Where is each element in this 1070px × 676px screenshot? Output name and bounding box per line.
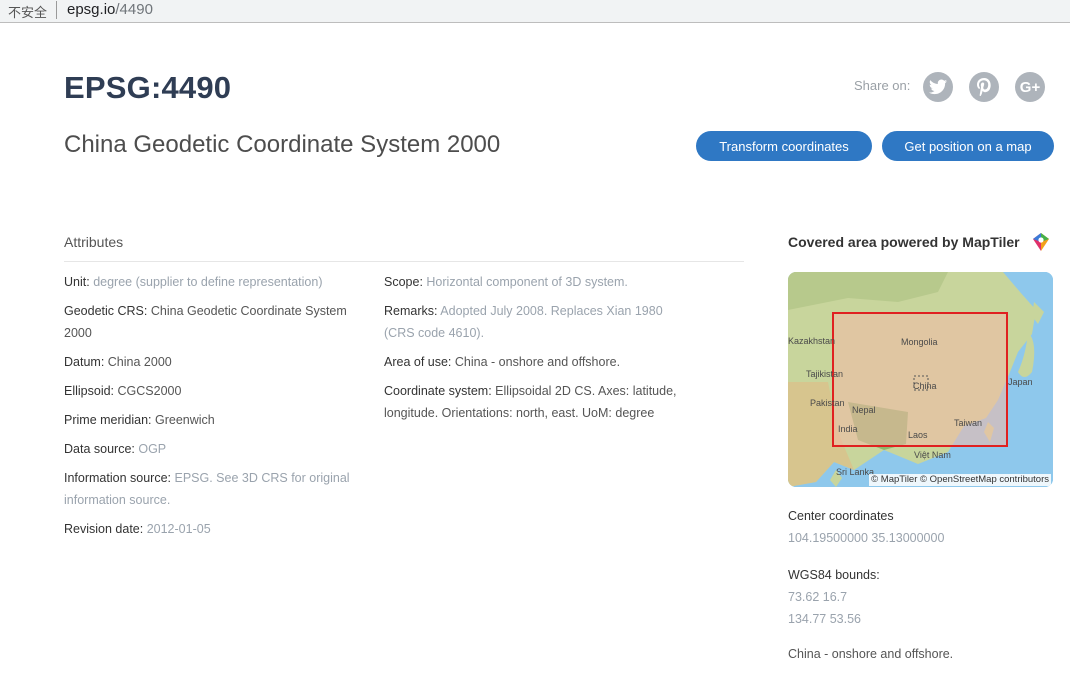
attr-revision-date: Revision date: 2012-01-05 (64, 522, 211, 536)
share-label: Share on: (854, 78, 911, 93)
wgs84-bounds-min: 73.62 16.7 (788, 590, 848, 604)
map-label: Kazakhstan (788, 336, 836, 346)
attr-datum: Datum: China 2000 (64, 355, 172, 369)
google-plus-icon[interactable]: G+ (1015, 72, 1045, 102)
attr-scope: Scope: Horizontal component of 3D system… (384, 275, 628, 289)
attr-geodetic-crs: Geodetic CRS: China Geodetic Coordinate … (64, 304, 347, 340)
security-indicator[interactable]: 不安全 (8, 2, 47, 21)
attributes-divider (64, 261, 744, 262)
map-label: Japan (1008, 377, 1033, 387)
map-label: Laos (908, 430, 928, 440)
maptiler-logo-icon[interactable] (1031, 232, 1051, 257)
attr-ellipsoid: Ellipsoid: CGCS2000 (64, 384, 182, 398)
map-label: Việt Nam (914, 450, 951, 460)
map-label: Mongolia (901, 337, 938, 347)
map-label: Pakistan (810, 398, 845, 408)
transform-coordinates-button[interactable]: Transform coordinates (696, 131, 872, 161)
pinterest-icon[interactable] (969, 72, 999, 102)
crs-name: China Geodetic Coordinate System 2000 (64, 131, 501, 158)
wgs84-bounds-label: WGS84 bounds: (788, 568, 880, 582)
attr-coordinate-system: Coordinate system: Ellipsoidal 2D CS. Ax… (384, 384, 677, 420)
attr-area-of-use: Area of use: China - onshore and offshor… (384, 355, 621, 369)
address-divider (56, 1, 57, 19)
map-label: India (838, 424, 858, 434)
covered-area-title: Covered area powered by MapTiler (788, 234, 1020, 250)
attr-remarks: Remarks: Adopted July 2008. Replaces Xia… (384, 304, 663, 340)
coverage-map[interactable]: Kazakhstan Mongolia Tajikistan China Jap… (788, 272, 1053, 487)
center-coordinates-value: 104.19500000 35.13000000 (788, 531, 945, 545)
map-label: Taiwan (954, 418, 983, 428)
map-label: China (913, 381, 937, 391)
url-path: /4490 (115, 1, 153, 18)
address-bar[interactable]: 不安全 epsg.io/4490 (0, 0, 1070, 23)
get-position-button[interactable]: Get position on a map (882, 131, 1054, 161)
page-title: EPSG:4490 (64, 70, 232, 105)
map-label: Nepal (852, 405, 876, 415)
attr-prime-meridian: Prime meridian: Greenwich (64, 413, 215, 427)
area-description: China - onshore and offshore. (788, 647, 954, 661)
attributes-heading: Attributes (64, 234, 124, 250)
map-label: Tajikistan (806, 369, 844, 379)
twitter-icon[interactable] (923, 72, 953, 102)
attr-information-source: Information source: EPSG. See 3D CRS for… (64, 471, 350, 507)
center-coordinates-label: Center coordinates (788, 509, 894, 523)
url-text[interactable]: epsg.io/4490 (67, 1, 153, 18)
attr-data-source: Data source: OGP (64, 442, 167, 456)
map-attribution[interactable]: © MapTiler © OpenStreetMap contributors (869, 474, 1051, 486)
url-host: epsg.io (67, 1, 116, 18)
attr-unit: Unit: degree (supplier to define represe… (64, 275, 323, 289)
wgs84-bounds-max: 134.77 53.56 (788, 612, 861, 626)
